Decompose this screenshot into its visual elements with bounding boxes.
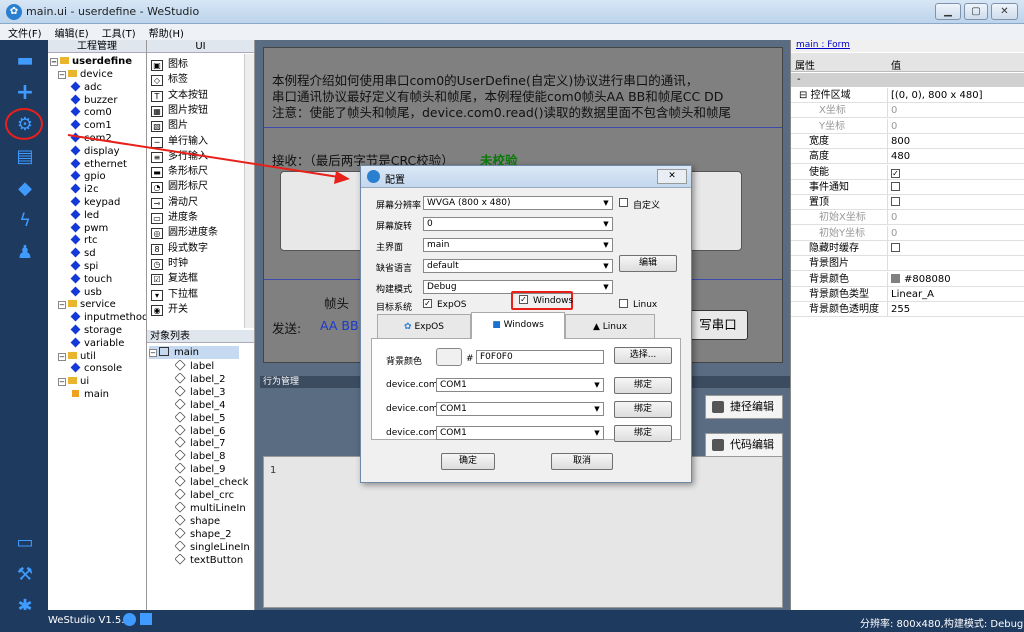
bind-button[interactable]: 绑定 <box>614 377 672 394</box>
resolution-select[interactable]: WVGA (800 x 480) ▼ <box>423 196 613 210</box>
target-linux-label: Linux <box>633 300 658 310</box>
resolution-label: 屏幕分辨率 <box>376 201 422 211</box>
edit-language-button[interactable]: 编辑 <box>619 255 677 272</box>
dialog-logo-icon <box>367 170 380 183</box>
target-windows-checkbox[interactable]: ✓ <box>519 295 528 304</box>
bind-button[interactable]: 绑定 <box>614 401 672 418</box>
config-dialog: 配置 ✕ 屏幕分辨率 WVGA (800 x 480) ▼ 自定义 屏幕旋转 0 ▼… <box>360 165 692 483</box>
chevron-down-icon: ▼ <box>603 220 609 228</box>
dialog-close-button[interactable]: ✕ <box>657 169 687 184</box>
custom-checkbox[interactable] <box>619 198 628 207</box>
hash-label: # <box>466 354 474 364</box>
chevron-down-icon: ▼ <box>603 283 609 291</box>
com-select[interactable]: COM1 ▼ <box>436 402 604 416</box>
choose-color-button[interactable]: 选择... <box>614 347 672 364</box>
com-label: device.com1 <box>386 404 444 414</box>
language-select[interactable]: default ▼ <box>423 259 613 273</box>
dialog-title-bar: 配置 ✕ <box>361 166 691 188</box>
bg-color-swatch[interactable] <box>436 348 462 366</box>
tab-expos[interactable]: ✿ ExpOS <box>377 314 471 338</box>
main-label: 主界面 <box>376 243 404 253</box>
com-label: device.com2 <box>386 428 444 438</box>
bg-color-label: 背景颜色 <box>386 357 423 367</box>
chevron-down-icon: ▼ <box>594 429 600 437</box>
target-linux-checkbox[interactable] <box>619 299 628 308</box>
chevron-down-icon: ▼ <box>603 241 609 249</box>
build-label: 构建模式 <box>376 285 413 295</box>
linux-icon: ▲ <box>592 322 600 332</box>
dialog-title: 配置 <box>385 175 405 186</box>
target-windows-label: Windows <box>533 296 574 306</box>
ok-button[interactable]: 确定 <box>441 453 495 470</box>
target-label: 目标系统 <box>376 303 413 313</box>
target-expos-label: ExpOS <box>437 300 467 310</box>
expos-icon: ✿ <box>404 322 412 332</box>
com-select[interactable]: COM1 ▼ <box>436 426 604 440</box>
target-expos-checkbox[interactable]: ✓ <box>423 299 432 308</box>
chevron-down-icon: ▼ <box>594 381 600 389</box>
bg-color-input[interactable]: F0F0F0 <box>476 350 604 364</box>
tab-windows[interactable]: ■ Windows <box>471 312 565 339</box>
cancel-button[interactable]: 取消 <box>551 453 613 470</box>
main-select[interactable]: main ▼ <box>423 238 613 252</box>
com-select[interactable]: COM1 ▼ <box>436 378 604 392</box>
language-label: 缺省语言 <box>376 264 413 274</box>
chevron-down-icon: ▼ <box>603 262 609 270</box>
tab-linux[interactable]: ▲ Linux <box>565 314 655 338</box>
custom-label: 自定义 <box>633 201 661 211</box>
com-label: device.com0 <box>386 380 444 390</box>
chevron-down-icon: ▼ <box>594 405 600 413</box>
rotate-select[interactable]: 0 ▼ <box>423 217 613 231</box>
windows-icon: ■ <box>492 320 501 330</box>
tab-panel: 背景颜色 # F0F0F0 选择... device.com0 COM1 ▼ 绑定 de… <box>371 338 681 442</box>
rotate-label: 屏幕旋转 <box>376 222 413 232</box>
chevron-down-icon: ▼ <box>603 199 609 207</box>
bind-button[interactable]: 绑定 <box>614 425 672 442</box>
